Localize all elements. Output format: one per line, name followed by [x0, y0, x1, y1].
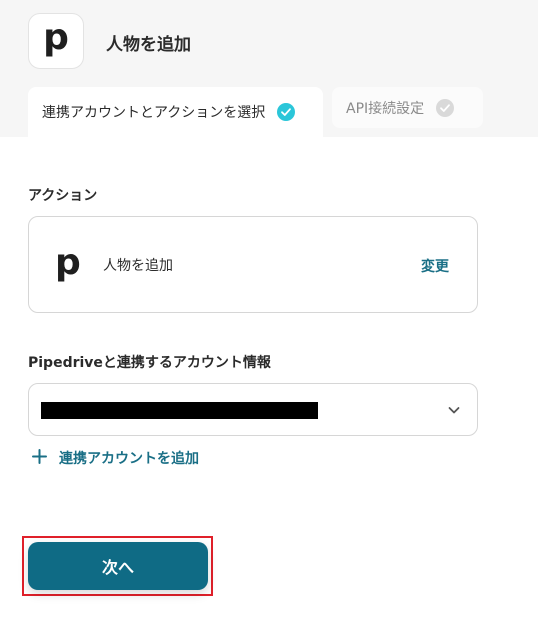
- pipedrive-app-icon: p: [28, 13, 84, 69]
- pipedrive-logo-icon: p: [55, 242, 81, 283]
- check-icon: [436, 98, 455, 117]
- action-name: 人物を追加: [103, 258, 173, 274]
- tab-account-and-action[interactable]: 連携アカウントとアクションを選択: [28, 87, 323, 137]
- redacted-account-value: [41, 402, 318, 419]
- tab-api-settings[interactable]: API接続設定: [332, 87, 483, 128]
- action-section-label: アクション: [28, 188, 98, 204]
- check-icon: [277, 103, 296, 121]
- add-account-link[interactable]: 連携アカウントを追加: [32, 448, 199, 468]
- plus-icon: [32, 448, 47, 468]
- tab-label: 連携アカウントとアクションを選択: [42, 105, 266, 121]
- account-section-label: Pipedriveと連携するアカウント情報: [28, 355, 271, 371]
- account-select[interactable]: [28, 383, 478, 436]
- page-title: 人物を追加: [106, 35, 191, 55]
- tab-label: API接続設定: [346, 100, 425, 117]
- chevron-down-icon: [447, 402, 461, 421]
- action-card: p 人物を追加 変更: [28, 216, 478, 313]
- next-button[interactable]: 次へ: [28, 542, 208, 590]
- add-account-label: 連携アカウントを追加: [59, 451, 199, 467]
- pipedrive-logo-icon: p: [43, 17, 69, 58]
- change-action-link[interactable]: 変更: [421, 256, 449, 276]
